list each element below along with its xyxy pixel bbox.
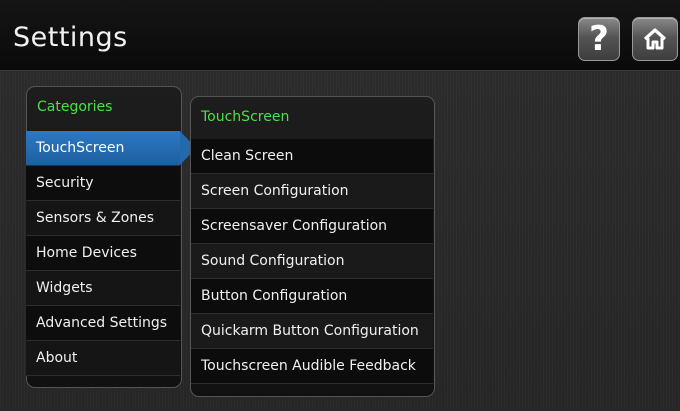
category-about[interactable]: About (26, 341, 180, 376)
touchscreen-heading: TouchScreen (201, 109, 290, 125)
option-clean-screen[interactable]: Clean Screen (191, 139, 433, 174)
category-advanced-settings[interactable]: Advanced Settings (26, 306, 180, 341)
categories-list: TouchScreen Security Sensors & Zones Hom… (26, 131, 196, 376)
help-button[interactable]: ? (578, 17, 620, 61)
home-icon (643, 28, 667, 50)
home-button[interactable] (632, 17, 678, 61)
page-title: Settings (13, 22, 128, 53)
category-touchscreen[interactable]: TouchScreen (26, 131, 196, 166)
option-button-configuration[interactable]: Button Configuration (191, 279, 433, 314)
option-sound-configuration[interactable]: Sound Configuration (191, 244, 433, 279)
settings-screen: Settings ? Categories TouchScreen Securi… (0, 0, 680, 411)
option-touchscreen-audible-feedback[interactable]: Touchscreen Audible Feedback (191, 349, 433, 384)
categories-heading: Categories (37, 99, 113, 115)
category-home-devices[interactable]: Home Devices (26, 236, 180, 271)
option-screensaver-configuration[interactable]: Screensaver Configuration (191, 209, 433, 244)
header-bar: Settings ? (0, 0, 680, 71)
option-screen-configuration[interactable]: Screen Configuration (191, 174, 433, 209)
question-icon: ? (589, 19, 609, 59)
category-security[interactable]: Security (26, 166, 180, 201)
category-widgets[interactable]: Widgets (26, 271, 180, 306)
touchscreen-options-list: Clean Screen Screen Configuration Screen… (191, 139, 433, 384)
category-sensors-zones[interactable]: Sensors & Zones (26, 201, 180, 236)
option-quickarm-button-configuration[interactable]: Quickarm Button Configuration (191, 314, 433, 349)
